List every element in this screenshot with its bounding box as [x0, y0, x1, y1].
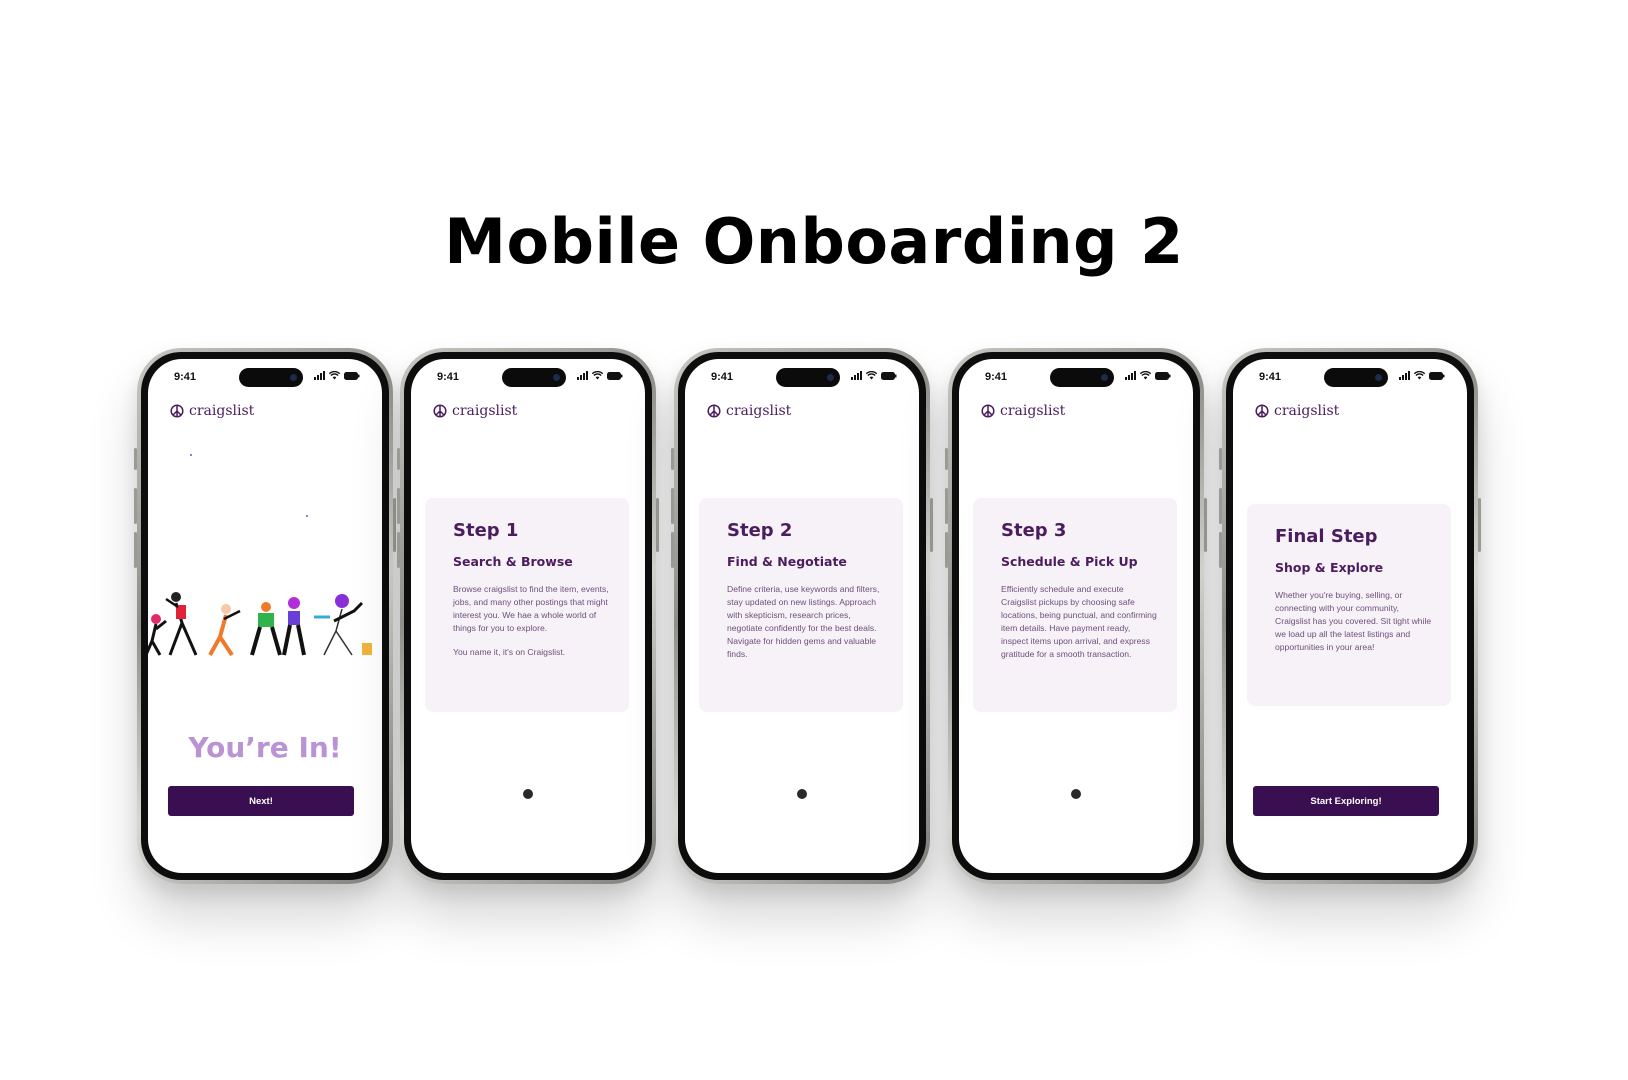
battery-icon [607, 371, 623, 380]
peace-sign-icon [1255, 404, 1269, 418]
onboarding-card: Step 2 Find & Negotiate Define criteria,… [699, 498, 903, 712]
onboarding-card: Final Step Shop & Explore Whether you're… [1247, 504, 1451, 706]
battery-icon [881, 371, 897, 380]
status-time: 9:41 [174, 371, 197, 383]
signal-icon [577, 371, 588, 380]
brand-name: craigslist [452, 403, 518, 419]
dynamic-island [239, 368, 303, 387]
status-bar: 9:41 [959, 359, 1193, 393]
wifi-icon [866, 371, 877, 380]
page-indicator-dot[interactable] [1071, 789, 1081, 799]
onboarding-card: Step 1 Search & Browse Browse craigslist… [425, 498, 629, 712]
signal-icon [314, 371, 325, 380]
peace-sign-icon [707, 404, 721, 418]
card-subtitle: Schedule & Pick Up [1001, 554, 1138, 569]
card-step-title: Step 1 [453, 520, 519, 541]
dynamic-island [1050, 368, 1114, 387]
card-body: Efficiently schedule and execute Craigsl… [1001, 584, 1157, 659]
status-bar: 9:41 [411, 359, 645, 393]
card-subtitle: Find & Negotiate [727, 554, 847, 569]
screen-final-step: 9:41 craigslist Final Step Shop & Explor… [1233, 359, 1467, 873]
next-button[interactable]: Next! [168, 786, 354, 816]
card-body: Define criteria, use keywords and filter… [727, 584, 880, 659]
card-step-title: Final Step [1275, 526, 1378, 547]
dynamic-island [502, 368, 566, 387]
screen-step-2: 9:41 craigslist Step 2 Find & Negotiate … [685, 359, 919, 873]
phone-step-3: 9:41 craigslist Step 3 Schedule & Pick U… [945, 348, 1207, 884]
brand-logo-row: craigslist [707, 403, 791, 419]
battery-icon [1429, 371, 1445, 380]
peace-sign-icon [981, 404, 995, 418]
wifi-icon [1414, 371, 1425, 380]
peace-sign-icon [433, 404, 447, 418]
card-subtitle: Search & Browse [453, 554, 573, 569]
signal-icon [1399, 371, 1410, 380]
page-indicator-dot[interactable] [797, 789, 807, 799]
dynamic-island [776, 368, 840, 387]
wifi-icon [329, 371, 340, 380]
signal-icon [851, 371, 862, 380]
card-step-title: Step 3 [1001, 520, 1067, 541]
status-time: 9:41 [711, 371, 734, 383]
screen-step-1: 9:41 craigslist Step 1 Search & Browse B… [411, 359, 645, 873]
battery-icon [1155, 371, 1171, 380]
card-subtitle: Shop & Explore [1275, 560, 1384, 575]
dynamic-island [1324, 368, 1388, 387]
start-exploring-button[interactable]: Start Exploring! [1253, 786, 1439, 816]
brand-name: craigslist [1274, 403, 1340, 419]
card-step-title: Step 2 [727, 520, 793, 541]
phone-final-step: 9:41 craigslist Final Step Shop & Explor… [1219, 348, 1481, 884]
page-indicator-dot[interactable] [523, 789, 533, 799]
card-body: Browse craigslist to find the item, even… [453, 584, 609, 633]
card-extra: You name it, it's on Craigslist. [453, 647, 566, 657]
status-time: 9:41 [437, 371, 460, 383]
peace-sign-icon [170, 404, 184, 418]
brand-name: craigslist [1000, 403, 1066, 419]
brand-logo-row: craigslist [433, 403, 517, 419]
brand-logo-row: craigslist [1255, 403, 1339, 419]
wifi-icon [1140, 371, 1151, 380]
wifi-icon [592, 371, 603, 380]
status-bar: 9:41 [1233, 359, 1467, 393]
dancing-people-illustration [148, 592, 372, 657]
screen-welcome: 9:41 craigslist You’re In! Next! [148, 359, 382, 873]
hero-title: You’re In! [188, 731, 342, 764]
phone-step-2: 9:41 craigslist Step 2 Find & Negotiate … [671, 348, 933, 884]
battery-icon [344, 371, 360, 380]
brand-logo-row: craigslist [981, 403, 1065, 419]
status-bar: 9:41 [685, 359, 919, 393]
brand-name: craigslist [189, 403, 255, 419]
status-bar: 9:41 [148, 359, 382, 393]
status-time: 9:41 [985, 371, 1008, 383]
card-body: Whether you're buying, selling, or conne… [1275, 590, 1432, 652]
status-time: 9:41 [1259, 371, 1282, 383]
brand-name: craigslist [726, 403, 792, 419]
phone-step-1: 9:41 craigslist Step 1 Search & Browse B… [397, 348, 659, 884]
brand-logo-row: craigslist [170, 403, 254, 419]
screen-step-3: 9:41 craigslist Step 3 Schedule & Pick U… [959, 359, 1193, 873]
signal-icon [1125, 371, 1136, 380]
page-title: Mobile Onboarding 2 [444, 205, 1184, 278]
phone-welcome: 9:41 craigslist You’re In! Next! [134, 348, 396, 884]
onboarding-card: Step 3 Schedule & Pick Up Efficiently sc… [973, 498, 1177, 712]
